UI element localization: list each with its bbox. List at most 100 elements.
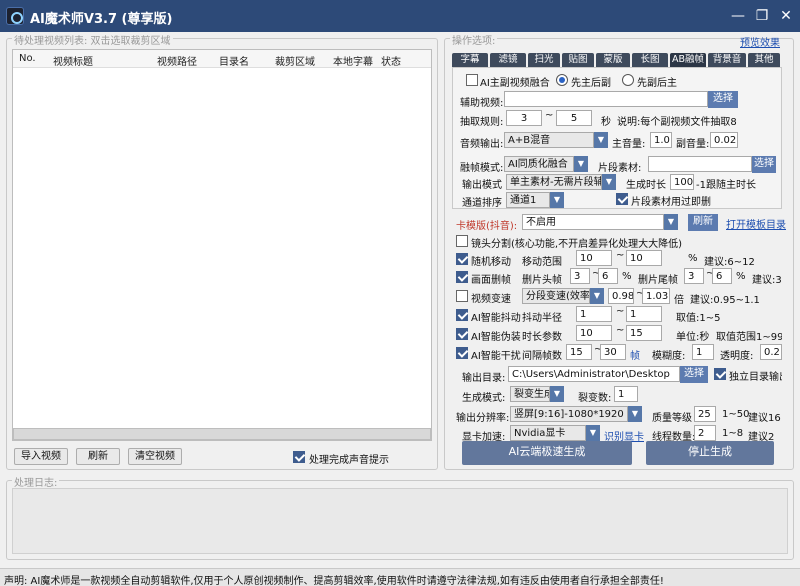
head-to-field[interactable]: 6 bbox=[598, 268, 618, 284]
threads-field[interactable]: 2 bbox=[694, 425, 716, 441]
interfere-checkbox[interactable] bbox=[456, 347, 468, 359]
gen-mode-select[interactable]: 裂变生成 bbox=[510, 386, 550, 402]
main-first-label: 先主后副 bbox=[571, 78, 611, 89]
blur-label: 模糊度: bbox=[652, 351, 686, 362]
preview-effect-link[interactable]: 预览效果 bbox=[740, 34, 780, 49]
main-volume-field[interactable]: 1.0 bbox=[650, 132, 672, 148]
aux-video-field[interactable] bbox=[504, 91, 708, 107]
move-from-field[interactable]: 10 bbox=[576, 250, 612, 266]
tab-mask[interactable]: 蒙版 bbox=[596, 53, 630, 67]
independent-dir-checkbox[interactable] bbox=[714, 368, 726, 380]
ai-generate-button[interactable]: AI云端极速生成 bbox=[462, 441, 632, 465]
horizontal-scrollbar[interactable] bbox=[13, 428, 431, 440]
chevron-down-icon[interactable]: ▼ bbox=[550, 386, 564, 402]
move-to-field[interactable]: 10 bbox=[626, 250, 662, 266]
table-header: No. 视频标题 视频路径 目录名 裁剪区域 本地字幕 状态 bbox=[13, 50, 431, 68]
chevron-down-icon[interactable]: ▼ bbox=[550, 192, 564, 208]
output-dir-select-button[interactable]: 选择 bbox=[680, 366, 708, 383]
tab-scan[interactable]: 扫光 bbox=[528, 53, 560, 67]
speed-to-field[interactable]: 1.03 bbox=[642, 288, 670, 304]
random-move-checkbox[interactable] bbox=[456, 253, 468, 265]
sub-first-label: 先副后主 bbox=[637, 78, 677, 89]
tab-bgm[interactable]: 背景音 bbox=[708, 53, 746, 67]
clear-videos-button[interactable]: 清空视频 bbox=[128, 448, 182, 465]
tab-subtitle[interactable]: 字幕 bbox=[452, 53, 488, 67]
tail-to-field[interactable]: 6 bbox=[712, 268, 732, 284]
speed-suggest: 建议:0.95~1.1 bbox=[690, 295, 760, 306]
audio-output-label: 音频输出: bbox=[460, 139, 504, 150]
shake-checkbox[interactable] bbox=[456, 309, 468, 321]
opacity-field[interactable]: 0.2 bbox=[760, 344, 782, 360]
chevron-down-icon[interactable]: ▼ bbox=[574, 156, 588, 172]
close-icon[interactable]: ✕ bbox=[776, 6, 796, 26]
channel-order-select[interactable]: 通道1 bbox=[506, 192, 550, 208]
chevron-down-icon[interactable]: ▼ bbox=[602, 174, 616, 190]
template-select[interactable]: 不启用 bbox=[522, 214, 664, 230]
aux-video-select-button[interactable]: 选择 bbox=[708, 91, 738, 108]
sub-volume-field[interactable]: 0.02 bbox=[710, 132, 738, 148]
output-mode-select[interactable]: 单主素材-无需片段辅 bbox=[506, 174, 602, 190]
restore-icon[interactable]: ❐ bbox=[752, 6, 772, 26]
aux-video-label: 辅助视频: bbox=[460, 98, 504, 109]
main-first-radio[interactable] bbox=[556, 74, 568, 86]
resolution-select[interactable]: 竖屏[9:16]-1080*1920 bbox=[510, 406, 628, 422]
import-video-button[interactable]: 导入视频 bbox=[14, 448, 68, 465]
sound-hint-checkbox[interactable] bbox=[293, 451, 305, 463]
speed-from-field[interactable]: 0.98 bbox=[608, 288, 634, 304]
gen-duration-field[interactable]: 100 bbox=[670, 174, 694, 190]
clip-select-button[interactable]: 选择 bbox=[752, 156, 776, 173]
template-refresh-button[interactable]: 刷新 bbox=[688, 214, 718, 231]
refresh-button[interactable]: 刷新 bbox=[76, 448, 120, 465]
audio-output-select[interactable]: A+B混音 bbox=[504, 132, 594, 148]
clip-delete-checkbox[interactable] bbox=[616, 193, 628, 205]
chevron-down-icon[interactable]: ▼ bbox=[594, 132, 608, 148]
fission-field[interactable]: 1 bbox=[614, 386, 638, 402]
fission-label: 裂变数: bbox=[578, 393, 612, 404]
ai-merge-checkbox[interactable] bbox=[466, 74, 478, 86]
sub-first-radio[interactable] bbox=[622, 74, 634, 86]
speed-mode-select[interactable]: 分段变速(效率 bbox=[522, 288, 590, 304]
random-move-label: 随机移动 bbox=[471, 257, 511, 268]
move-unit: % bbox=[688, 253, 698, 264]
tab-other[interactable]: 其他 bbox=[748, 53, 780, 67]
head-from-field[interactable]: 3 bbox=[570, 268, 590, 284]
chevron-down-icon[interactable]: ▼ bbox=[590, 288, 604, 304]
speed-checkbox[interactable] bbox=[456, 290, 468, 302]
output-mode-label: 输出模式 bbox=[462, 180, 502, 191]
tab-sticker[interactable]: 贴图 bbox=[562, 53, 594, 67]
tab-filter[interactable]: 滤镜 bbox=[490, 53, 526, 67]
fusion-mode-select[interactable]: AI同质化融合 bbox=[504, 156, 574, 172]
disguise-checkbox[interactable] bbox=[456, 328, 468, 340]
extract-to-field[interactable]: 5 bbox=[556, 110, 592, 126]
chevron-down-icon[interactable]: ▼ bbox=[628, 406, 642, 422]
extract-from-field[interactable]: 3 bbox=[506, 110, 542, 126]
sub-volume-label: 副音量: bbox=[676, 139, 710, 150]
opacity-label: 透明度: bbox=[720, 351, 754, 362]
clip-material-field[interactable] bbox=[648, 156, 752, 172]
gpu-select[interactable]: Nvidia显卡 bbox=[510, 425, 586, 441]
chevron-down-icon[interactable]: ▼ bbox=[664, 214, 678, 230]
interval-from-field[interactable]: 15 bbox=[566, 344, 592, 360]
lens-split-checkbox[interactable] bbox=[456, 235, 468, 247]
interval-to-field[interactable]: 30 bbox=[600, 344, 626, 360]
frame-delete-checkbox[interactable] bbox=[456, 271, 468, 283]
shake-from-field[interactable]: 1 bbox=[576, 306, 612, 322]
output-dir-field[interactable]: C:\Users\Administrator\Desktop bbox=[508, 366, 680, 382]
tab-ab-fusion[interactable]: AB融帧 bbox=[670, 53, 706, 67]
blur-field[interactable]: 1 bbox=[692, 344, 714, 360]
shake-to-field[interactable]: 1 bbox=[626, 306, 662, 322]
disguise-to-field[interactable]: 15 bbox=[626, 325, 662, 341]
quality-field[interactable]: 25 bbox=[694, 406, 716, 422]
speed-label: 视频变速 bbox=[471, 294, 511, 305]
minimize-icon[interactable]: — bbox=[728, 6, 748, 26]
stop-generate-button[interactable]: 停止生成 bbox=[646, 441, 774, 465]
video-list-table[interactable]: No. 视频标题 视频路径 目录名 裁剪区域 本地字幕 状态 bbox=[12, 49, 432, 441]
log-textarea[interactable] bbox=[12, 488, 788, 554]
tail-from-field[interactable]: 3 bbox=[684, 268, 704, 284]
title-bar: AI魔术师V3.7 (尊享版) — ❐ ✕ bbox=[0, 0, 800, 32]
open-template-dir-link[interactable]: 打开模板目录 bbox=[726, 216, 786, 231]
chevron-down-icon[interactable]: ▼ bbox=[586, 425, 600, 441]
disguise-from-field[interactable]: 10 bbox=[576, 325, 612, 341]
tab-long-image[interactable]: 长图 bbox=[632, 53, 668, 67]
frame-delete-label: 画面删帧 bbox=[471, 275, 511, 286]
